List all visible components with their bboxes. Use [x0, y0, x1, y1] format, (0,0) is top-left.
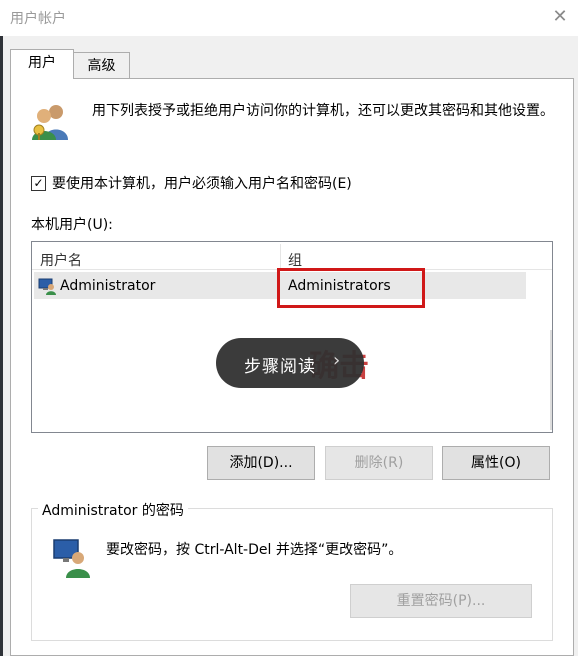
column-separator[interactable]: [280, 244, 281, 268]
password-groupbox: [31, 508, 553, 641]
password-instruction: 要改密码，按 Ctrl-Alt-Del 并选择“更改密码”。: [106, 542, 403, 558]
properties-button[interactable]: 属性(O): [442, 446, 550, 480]
reset-password-button[interactable]: 重置密码(P)...: [350, 584, 532, 618]
checkbox-check-icon: ✓: [33, 176, 44, 190]
title-bar: 用户帐户 ✕: [0, 0, 578, 36]
column-header-username[interactable]: 用户名: [40, 250, 82, 270]
tab-users[interactable]: 用户: [10, 49, 74, 79]
require-login-label[interactable]: 要使用本计算机，用户必须输入用户名和密码(E): [52, 173, 352, 193]
remove-button[interactable]: 删除(R): [325, 446, 433, 480]
step-reading-label[interactable]: 步骤阅读: [244, 352, 316, 377]
user-accounts-window: 用户帐户 ✕ 用户 高级 用下列表授予或拒绝用户访问你的计算机，还可以更改其密码…: [0, 0, 578, 656]
administrator-icon: [38, 278, 56, 295]
local-users-label: 本机用户(U):: [31, 217, 113, 233]
password-group-title: Administrator 的密码: [38, 500, 188, 520]
column-header-group[interactable]: 组: [288, 250, 302, 270]
description-text: 用下列表授予或拒绝用户访问你的计算机，还可以更改其密码和其他设置。: [92, 103, 554, 119]
tab-advanced[interactable]: 高级: [74, 52, 130, 80]
row-username: Administrator: [60, 278, 156, 294]
close-icon[interactable]: ✕: [548, 6, 572, 28]
password-user-icon: [53, 539, 90, 578]
users-icon: [32, 105, 68, 140]
add-button[interactable]: 添加(D)...: [207, 446, 315, 480]
chevron-right-icon[interactable]: ›: [333, 350, 340, 371]
background-edge: [0, 36, 3, 656]
require-login-checkbox[interactable]: ✓: [31, 176, 46, 191]
window-title: 用户帐户: [10, 11, 66, 27]
listview-edge: [550, 330, 552, 430]
highlight-annotation-box: [277, 268, 425, 308]
